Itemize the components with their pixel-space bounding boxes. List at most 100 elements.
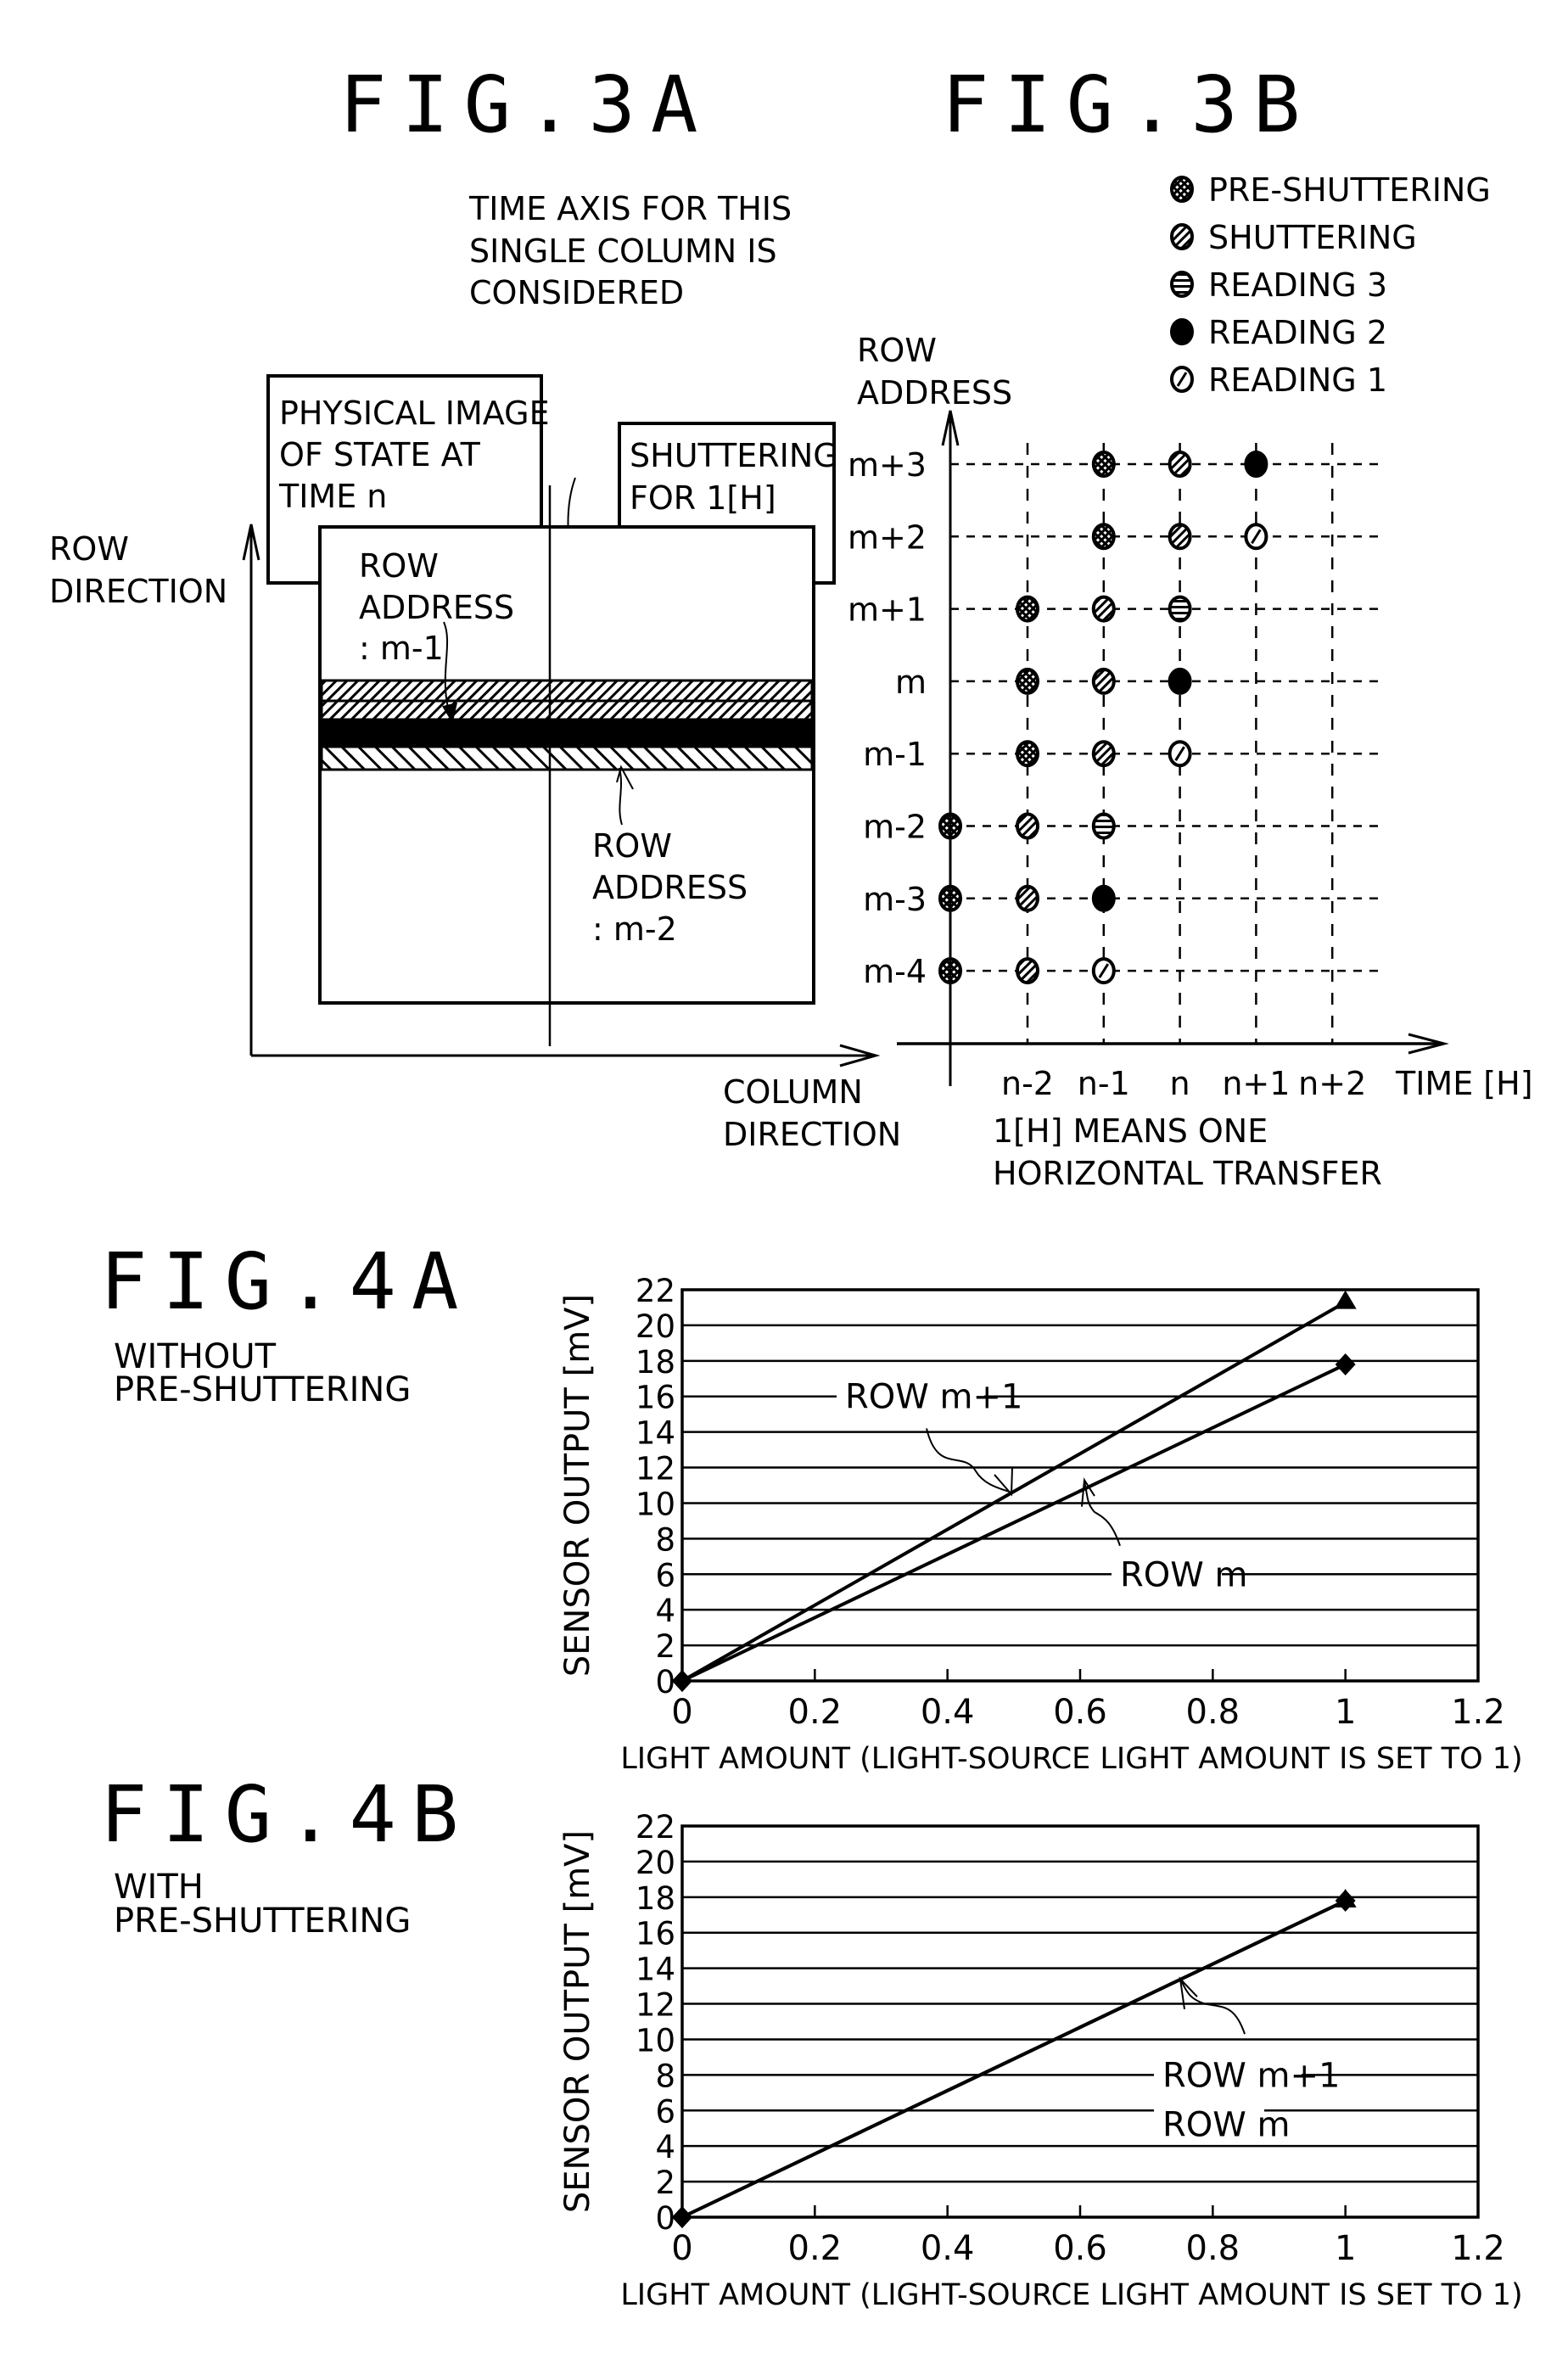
physical-image-line-1: PHYSICAL IMAGE [279, 395, 550, 432]
row-address-upper-1: ROW [359, 547, 439, 585]
y-tick-label: 6 [655, 2093, 675, 2130]
data-point-diamond [1335, 1353, 1356, 1376]
time-tick-label: n+1 [1222, 1065, 1290, 1102]
x-tick-label: 0.2 [788, 1693, 843, 1732]
event-marker-r3 [1091, 812, 1116, 840]
series-line-row-m-1 [681, 1300, 1347, 1683]
row-tick-label: m-3 [863, 881, 927, 918]
y-tick-label: 10 [636, 2022, 675, 2059]
row-tick-label: m+2 [848, 518, 927, 556]
time-tick-label: n+2 [1298, 1065, 1366, 1102]
y-tick-label: 16 [636, 1916, 675, 1952]
event-marker-shut [1016, 884, 1039, 912]
row-address-lower-3: : m-2 [592, 910, 677, 948]
plot-area: 02468101214161820220 0.2 0.4 0.6 0.8 1 1.2LIGH… [558, 1809, 1523, 2312]
y-axis-title: SENSOR OUTPUT [mV] [558, 1294, 597, 1677]
row-direction-label-1: ROW [49, 530, 129, 568]
patent-figure-sheet: FIG.3A TIME AXIS FOR THIS SINGLE COLUMN … [49, 59, 1533, 2312]
legend-label-r1: READING 1 [1208, 361, 1387, 399]
x-axis-title: LIGHT AMOUNT (LIGHT-SOURCE LIGHT AMOUNT … [620, 1742, 1522, 1776]
time-axis-label: TIME [H] [1395, 1065, 1533, 1102]
physical-image-line-2: OF STATE AT [279, 436, 481, 473]
y-tick-label: 10 [636, 1486, 675, 1522]
annotation-leader-row-m-plus-1 [926, 1428, 1012, 1493]
y-tick-label: 14 [636, 1415, 675, 1452]
time-axis-note-line-1: TIME AXIS FOR THIS [468, 190, 792, 227]
row-address-lower-1: ROW [592, 827, 672, 865]
x-tick-label: 0.8 [1186, 1693, 1240, 1732]
y-tick-label: 6 [655, 1557, 675, 1594]
y-tick-label: 18 [636, 1344, 675, 1381]
horizontal-stripe-circle-icon [1170, 271, 1194, 298]
annotation-row-m: ROW m [1162, 2105, 1291, 2144]
event-marker-shut [1091, 740, 1116, 768]
row-address-upper-2: ADDRESS [359, 589, 514, 626]
y-tick-label: 22 [636, 1273, 675, 1309]
x-tick-label: 0.8 [1186, 2229, 1240, 2268]
row-address-axis-label-2: ADDRESS [857, 374, 1012, 412]
fig3a: FIG.3A TIME AXIS FOR THIS SINGLE COLUMN … [49, 59, 901, 1153]
fig4b-chart: 02468101214161820220 0.2 0.4 0.6 0.8 1 1.2LIGH… [558, 1809, 1523, 2312]
row-tick-label: m-1 [863, 736, 927, 773]
fig4a-title: FIG.4A [100, 1236, 473, 1327]
fig4a-chart: 02468101214161820220 0.2 0.4 0.6 0.8 1 1.2LIGH… [558, 1273, 1523, 1776]
annotation-row-m-plus-1: ROW m+1 [845, 1378, 1022, 1417]
x-tick-label: 0.6 [1053, 2229, 1107, 2268]
filled-circle-icon [1170, 318, 1194, 345]
event-marker-shut [1168, 451, 1192, 478]
x-axis-title: LIGHT AMOUNT (LIGHT-SOURCE LIGHT AMOUNT … [620, 2278, 1522, 2312]
fig3b: FIG.3B PRE-SHUTTERING SHUTTERING READING 3… [848, 59, 1533, 1192]
y-axis-title: SENSOR OUTPUT [mV] [558, 1830, 597, 2213]
row-tick-label: m-4 [863, 953, 927, 990]
y-tick-label: 22 [636, 1809, 675, 1846]
row-address-axis-label-1: ROW [857, 332, 937, 369]
time-axis-note-line-2: SINGLE COLUMN IS [469, 232, 777, 270]
x-tick-label: 0 [671, 2229, 692, 2268]
y-tick-label: 2 [655, 1628, 675, 1665]
y-tick-label: 8 [655, 2058, 675, 2094]
data-point-diamond [1335, 1890, 1356, 1913]
legend-label-pre: PRE-SHUTTERING [1208, 171, 1491, 209]
x-tick-label: 1.2 [1451, 1693, 1505, 1732]
legend-label-shut: SHUTTERING [1208, 219, 1417, 256]
y-tick-label: 14 [636, 1952, 675, 1988]
y-tick-label: 12 [636, 1451, 675, 1487]
band-shuttering-1 [320, 679, 814, 703]
fig4a: FIG.4A WITHOUT PRE-SHUTTERING 0246810121… [100, 1236, 1523, 1776]
event-marker-r1 [1091, 957, 1116, 985]
x-tick-label: 0.2 [788, 2229, 843, 2268]
event-marker-r2 [1168, 667, 1192, 695]
event-marker-shut [1168, 523, 1192, 551]
fig3a-title: FIG.3A [339, 59, 713, 150]
x-tick-label: 1 [1335, 2229, 1356, 2268]
event-marker-pre [1091, 523, 1116, 551]
column-direction-label-2: DIRECTION [723, 1116, 901, 1153]
event-marker-r1 [1168, 740, 1192, 768]
annotation-leader-row-m [1084, 1482, 1121, 1547]
timing-grid: n-2 n-1 n n+1 n+2 m+3 m+2 m+1 m m-1 m-2 m-3 m-4 [848, 443, 1379, 1102]
x-tick-label: 0 [671, 1693, 692, 1732]
fig4b-condition-2: PRE-SHUTTERING [114, 1902, 411, 1941]
band-reading-1 [320, 745, 814, 771]
legend-label-r3: READING 3 [1208, 266, 1387, 304]
row-tick-label: m [895, 664, 927, 701]
sensor-image-frame: ROW ADDRESS : m-1 ROW ADDRESS : m-2 [318, 485, 815, 1046]
y-tick-label: 4 [655, 2129, 675, 2165]
band-reading-2 [322, 720, 812, 747]
event-marker-r2 [1091, 884, 1116, 912]
horizontal-transfer-note-1: 1[H] MEANS ONE [993, 1112, 1268, 1150]
x-tick-label: 1.2 [1451, 2229, 1505, 2268]
annotation-row-m: ROW m [1120, 1555, 1248, 1594]
y-tick-label: 20 [636, 1308, 675, 1345]
row-address-upper-3: : m-1 [359, 630, 444, 667]
row-tick-label: m-2 [863, 809, 927, 846]
data-point-triangle [1334, 1290, 1357, 1309]
x-tick-label: 1 [1335, 1693, 1356, 1732]
fig3b-title: FIG.3B [942, 59, 1315, 150]
time-tick-label: n-1 [1078, 1065, 1130, 1102]
event-marker-shut [1016, 812, 1039, 840]
row-direction-label-2: DIRECTION [49, 573, 227, 610]
row-tick-label: m+3 [848, 446, 927, 484]
event-marker-pre [1016, 667, 1039, 695]
x-tick-label: 0.6 [1053, 1693, 1107, 1732]
